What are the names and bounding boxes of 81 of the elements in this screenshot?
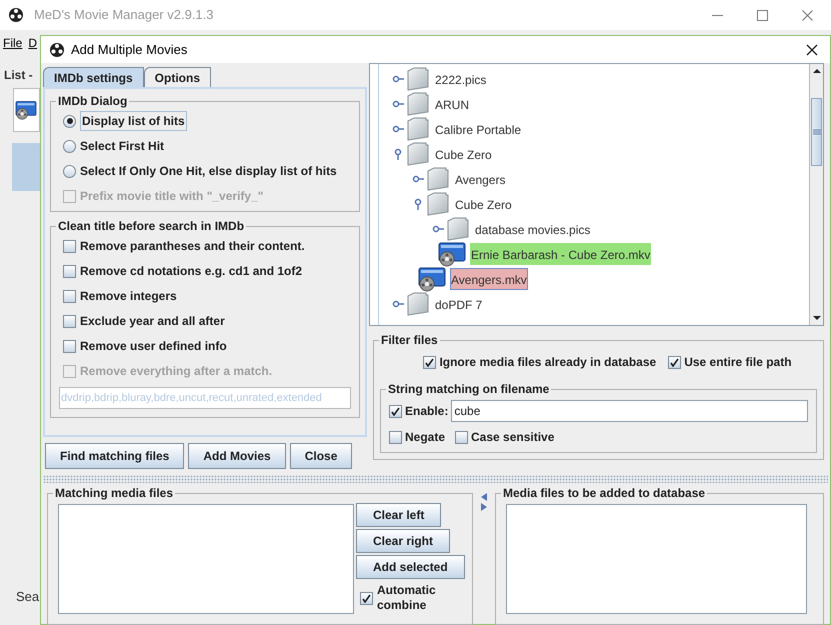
option-label[interactable]: Negate <box>405 428 446 446</box>
folder-icon <box>426 190 450 216</box>
tree-item[interactable]: ARUN <box>434 92 470 114</box>
option-label[interactable]: Use entire file path <box>684 353 792 371</box>
checkbox[interactable] <box>63 290 76 302</box>
maximize-icon <box>757 10 768 20</box>
option-label[interactable]: Remove integers <box>80 287 177 305</box>
option-label[interactable]: Select First Hit <box>80 137 164 155</box>
option-label[interactable]: Exclude year and all after <box>80 312 225 330</box>
checkbox[interactable] <box>668 356 682 368</box>
checkbox[interactable] <box>63 264 76 278</box>
option-label[interactable]: Remove cd notations e.g. cd1 and 1of2 <box>80 262 302 280</box>
film-reel-icon <box>8 7 24 23</box>
text-field[interactable]: cube <box>451 400 808 422</box>
button[interactable]: Add selected <box>356 555 465 579</box>
option-label[interactable]: Remove user defined info <box>80 337 227 355</box>
folder-icon <box>426 166 450 192</box>
tree-toggle-icon[interactable] <box>392 148 404 160</box>
expand-right-icon <box>481 503 487 511</box>
scrollbar-thumb[interactable] <box>811 98 822 166</box>
checkbox[interactable] <box>63 240 76 252</box>
tree-item[interactable]: Cube Zero <box>454 192 513 214</box>
film-reel-icon <box>49 42 65 58</box>
radio-button[interactable] <box>63 114 76 128</box>
tree-item[interactable]: 2222.pics <box>434 68 488 90</box>
folder-icon <box>446 216 470 242</box>
tree-item[interactable]: Avengers.mkv <box>450 268 528 290</box>
option-label: Remove everything after a match. <box>80 363 272 380</box>
checkbox[interactable] <box>389 404 402 418</box>
splitter-handle[interactable] <box>43 475 828 483</box>
tree-item[interactable]: Ernie Barbarash - Cube Zero.mkv <box>470 242 652 264</box>
group-title: IMDb Dialog <box>56 93 130 109</box>
radio-button[interactable] <box>63 140 76 152</box>
checkbox[interactable] <box>63 340 76 352</box>
movie-icon <box>15 100 37 120</box>
folder-icon <box>406 66 430 92</box>
checkbox[interactable] <box>63 314 76 328</box>
button[interactable]: Find matching files <box>45 443 184 469</box>
folder-icon <box>406 90 430 116</box>
tab[interactable]: Options <box>144 67 211 87</box>
checkbox[interactable] <box>455 430 468 444</box>
search-label: Sea <box>16 588 40 606</box>
tree-item[interactable]: database movies.pics <box>474 218 592 240</box>
tree-toggle-icon[interactable] <box>412 198 424 210</box>
dialog-title: Add Multiple Movies <box>71 40 188 59</box>
option-label[interactable]: Case sensitive <box>471 428 554 446</box>
option-label[interactable]: Select If Only One Hit, else display list of hits <box>80 162 337 180</box>
option-label[interactable]: Display list of hits <box>80 111 187 131</box>
button[interactable]: Clear right <box>356 529 450 553</box>
tree-item[interactable]: doPDF 7 <box>434 292 484 314</box>
folder-icon <box>406 290 430 316</box>
collapse-left-icon <box>481 493 487 501</box>
tree-item[interactable]: Calibre Portable <box>434 118 522 140</box>
scrollbar[interactable] <box>809 64 823 325</box>
movie-file-icon <box>418 266 446 292</box>
option-label[interactable]: Ignore media files already in database <box>439 353 656 371</box>
option-label[interactable]: Automatic combine <box>377 583 447 613</box>
button[interactable]: Close <box>290 443 352 469</box>
menu-item[interactable]: File <box>3 34 22 52</box>
menu-item[interactable]: D <box>28 34 38 52</box>
checkbox[interactable] <box>423 356 436 368</box>
group-title: String matching on filename <box>386 381 552 397</box>
tree-item[interactable]: Avengers <box>454 168 506 190</box>
button[interactable]: Clear left <box>356 503 442 527</box>
checkbox[interactable] <box>389 430 402 444</box>
tree-item[interactable]: Cube Zero <box>434 142 493 164</box>
toolbar-button[interactable] <box>13 88 40 132</box>
grip-icon <box>812 129 820 135</box>
selected-list-row <box>12 143 42 191</box>
close-icon <box>802 10 813 20</box>
option-label[interactable]: Remove parantheses and their content. <box>80 237 305 255</box>
option-label[interactable]: Enable: <box>405 402 448 420</box>
tab[interactable]: IMDb settings <box>43 67 144 87</box>
button[interactable]: Add Movies <box>188 443 286 469</box>
movie-file-icon <box>438 240 466 266</box>
checkbox[interactable] <box>360 592 373 604</box>
radio-button[interactable] <box>63 164 76 178</box>
folder-icon <box>406 140 430 166</box>
window-title: MeD's Movie Manager v2.9.1.3 <box>34 6 214 24</box>
folder-icon <box>406 116 430 142</box>
group-title: Matching media files <box>53 485 176 501</box>
